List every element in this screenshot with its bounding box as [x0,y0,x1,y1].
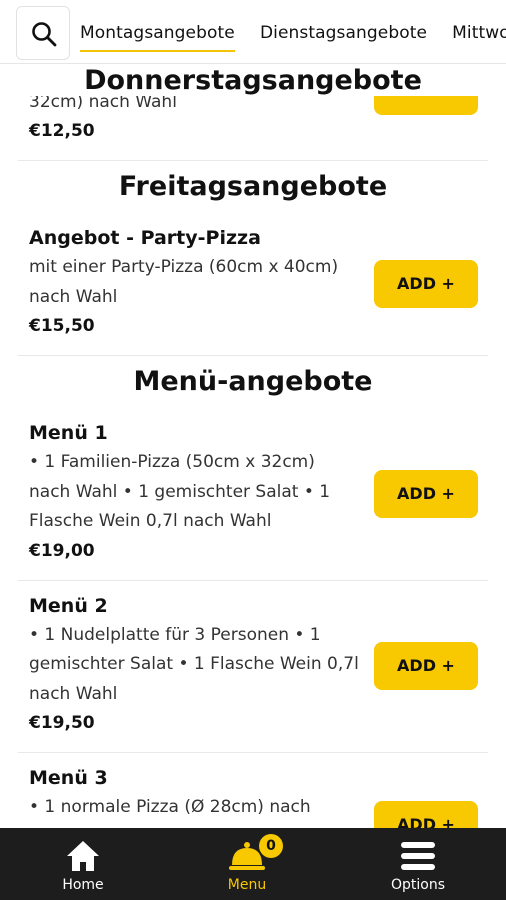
cart-count-badge: 0 [259,834,283,858]
sticky-section-title: Donnerstagsangebote [0,64,506,96]
item-description: • 1 normale Pizza (Ø 28cm) nach [29,797,311,817]
nav-options[interactable]: Options [348,828,488,900]
hamburger-menu-icon [401,842,435,870]
item-name: Angebot - Party-Pizza [29,227,261,249]
tab-mittwochsangebote[interactable]: Mittwochsangebote [452,0,506,63]
category-bar: Montagsangebote Dienstagsangebote Mittwo… [0,0,506,64]
item-description: • 1 Nudelplatte für 3 Personen • 1 gemis… [29,624,359,704]
item-price: €15,50 [29,316,95,336]
tab-dienstagsangebote[interactable]: Dienstagsangebote [260,0,427,63]
home-icon [67,841,99,871]
item-name: Menü 3 [29,767,108,789]
section-title: Menü-angebote [133,366,373,397]
item-name: Menü 2 [29,594,108,617]
add-button[interactable]: ADD + [374,469,478,518]
item-name: Menü 1 [29,422,108,444]
menu-list: mit einer Familien-Pizza (50cm x 32cm) n… [0,64,506,828]
bottom-navigation: Home 0 Menu Options [0,828,506,900]
section-title: Freitagsangebote [118,171,388,202]
list-item: Menü 1 • 1 Familien-Pizza (50cm x 32cm) … [18,408,488,581]
add-button[interactable]: ADD + [374,801,478,828]
nav-home[interactable]: Home [13,828,153,900]
nav-home-label: Home [62,877,104,893]
item-description: • 1 Familien-Pizza (50cm x 32cm) nach Wa… [29,452,331,531]
item-description: mit einer Party-Pizza (60cm x 40cm) nach… [29,257,339,307]
nav-menu-label: Menu [227,877,267,893]
nav-options-label: Options [390,877,446,893]
item-price: €12,50 [29,121,95,141]
category-tabs: Montagsangebote Dienstagsangebote Mittwo… [80,0,506,63]
list-item: Menü 2 • 1 Nudelplatte für 3 Personen • … [18,581,488,753]
search-icon [32,22,57,47]
list-item: Menü 3 • 1 normale Pizza (Ø 28cm) nach A… [18,753,488,828]
list-item: Angebot - Party-Pizza mit einer Party-Pi… [18,213,488,356]
item-price: €19,50 [29,713,95,733]
nav-menu[interactable]: 0 Menu [177,828,317,900]
tab-montagsangebote[interactable]: Montagsangebote [80,0,235,63]
add-button[interactable]: ADD + [374,642,478,691]
add-button[interactable]: ADD + [374,260,478,308]
search-button[interactable] [16,6,70,60]
item-price: €19,00 [29,540,95,561]
